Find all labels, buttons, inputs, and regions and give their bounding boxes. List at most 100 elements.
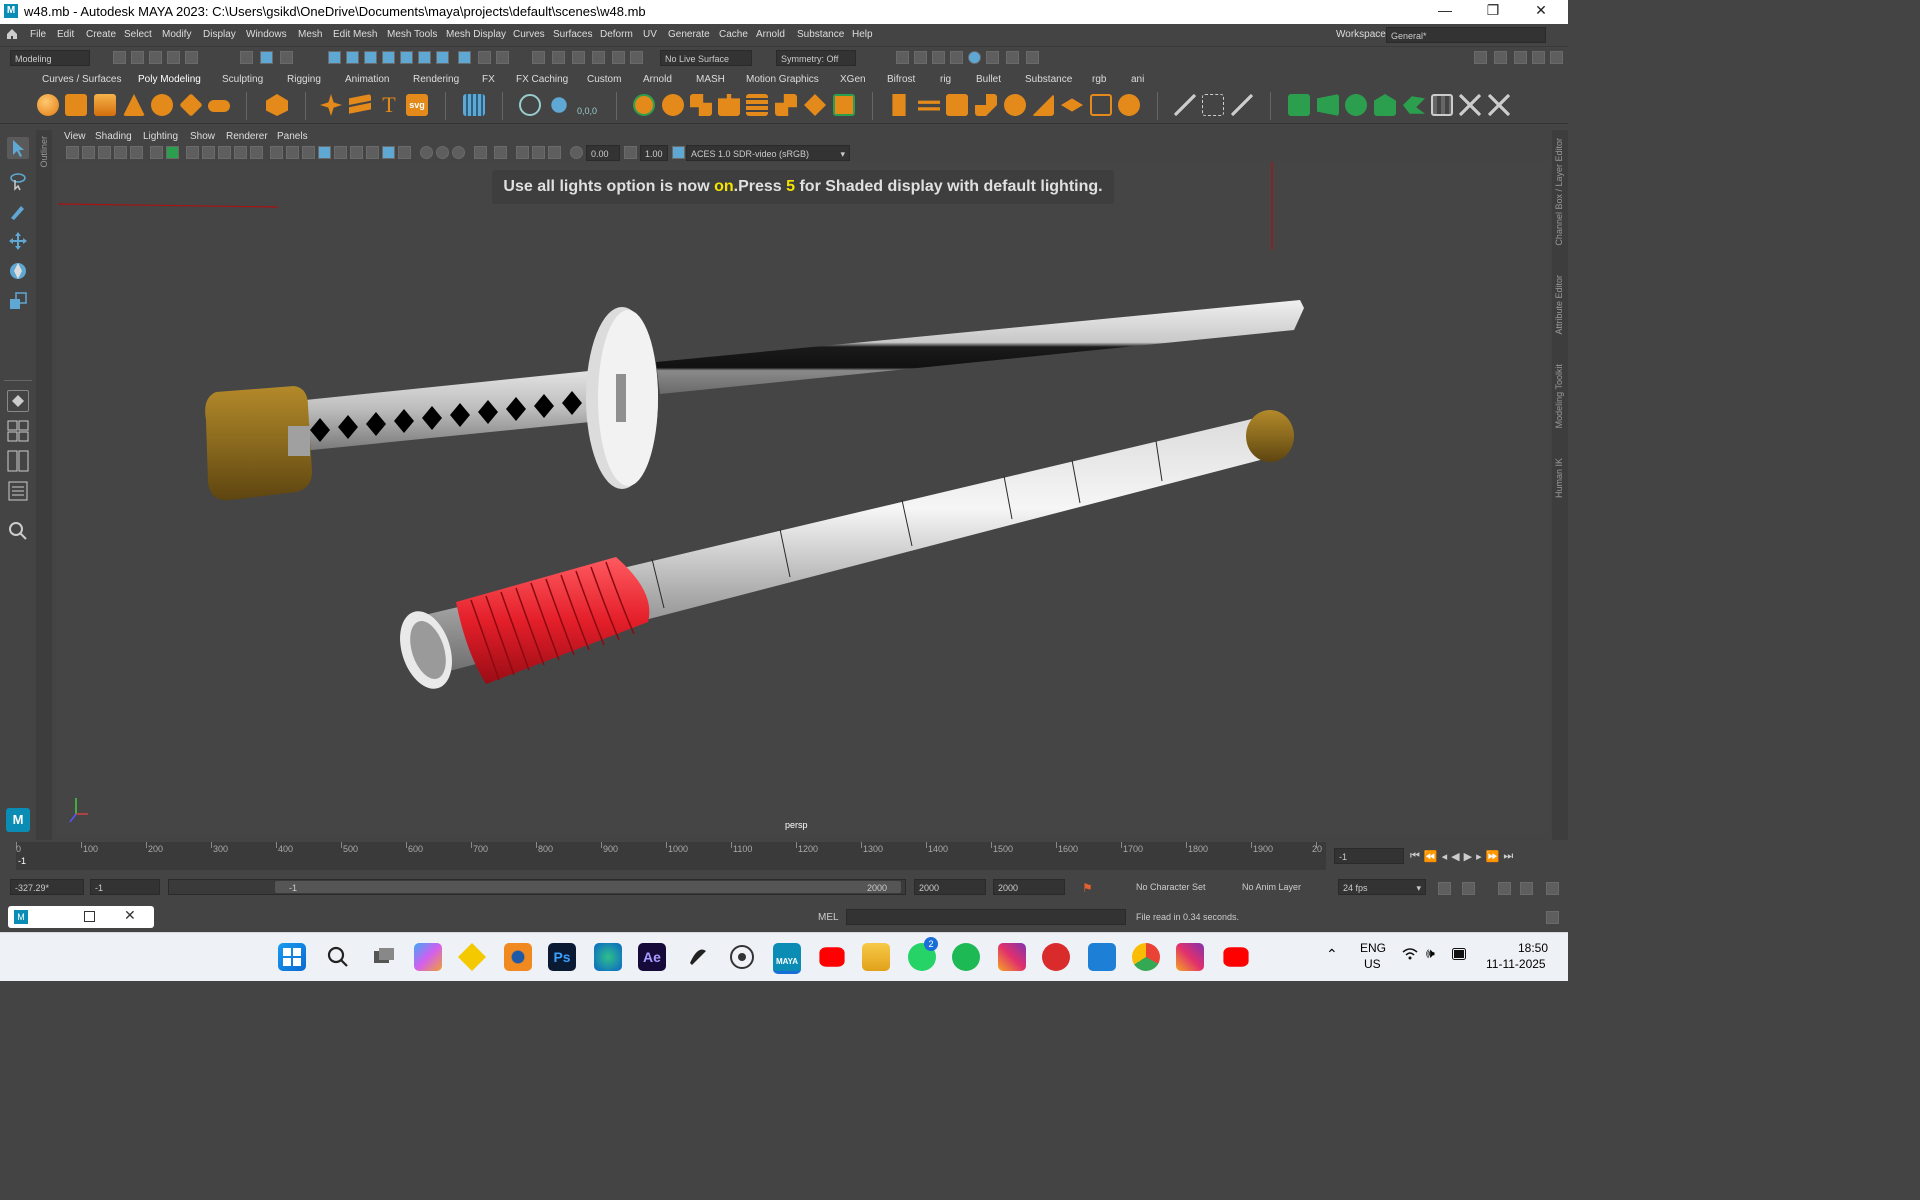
gamma-icon[interactable] [624, 146, 637, 159]
shelf-tab-custom[interactable]: Custom [587, 74, 621, 85]
edge-icon[interactable] [594, 943, 622, 971]
outliner-layout-icon[interactable] [7, 480, 29, 502]
inkscape-icon[interactable] [684, 943, 712, 971]
camera-attr-icon[interactable] [66, 146, 79, 159]
minimize-button[interactable]: — [1430, 2, 1460, 22]
script-editor-icon[interactable] [1546, 911, 1559, 924]
chevron-up-icon[interactable]: ⌃ [1326, 946, 1338, 963]
command-input[interactable] [846, 909, 1126, 925]
obs-icon[interactable] [728, 943, 756, 971]
poly-cylinder-icon[interactable] [94, 94, 116, 116]
bridge-icon[interactable] [804, 94, 826, 116]
workspace-dropdown[interactable]: General* [1386, 27, 1546, 43]
snap-curve-icon[interactable] [346, 51, 359, 64]
viewport-menu-view[interactable]: View [64, 131, 86, 142]
poly-torus-icon[interactable] [151, 94, 173, 116]
new-scene-icon[interactable] [113, 51, 126, 64]
viewport-menu-shading[interactable]: Shading [95, 131, 132, 142]
battery-icon[interactable] [1452, 948, 1468, 963]
menu-display[interactable]: Display [203, 29, 236, 40]
grid-toggle-icon[interactable] [150, 146, 163, 159]
xray-active-icon[interactable] [532, 146, 545, 159]
play-forwards-icon[interactable]: ▶ [1464, 850, 1472, 863]
uv-cut-icon[interactable] [1459, 94, 1481, 116]
xray-joints-icon[interactable] [516, 146, 529, 159]
mirror-icon[interactable] [833, 94, 855, 116]
menu-edit-mesh[interactable]: Edit Mesh [333, 29, 377, 40]
uv-unfold-icon[interactable] [1403, 96, 1425, 114]
hypershade-icon[interactable] [612, 51, 625, 64]
menu-substance[interactable]: Substance [797, 29, 844, 40]
menu-uv[interactable]: UV [643, 29, 657, 40]
paint-select-icon[interactable] [7, 200, 29, 222]
viewport-menu-panels[interactable]: Panels [277, 131, 308, 142]
menu-arnold[interactable]: Arnold [756, 29, 785, 40]
maya-home-logo-icon[interactable]: M [6, 808, 30, 832]
language-top[interactable]: ENG [1360, 941, 1386, 955]
current-frame-field[interactable]: -1 [1334, 848, 1404, 864]
point-light-icon[interactable] [551, 97, 567, 113]
whatsapp-icon[interactable]: 2 [908, 937, 938, 971]
menu-mesh[interactable]: Mesh [298, 29, 322, 40]
language-bottom[interactable]: US [1364, 957, 1381, 971]
character-controls-icon[interactable] [1494, 51, 1507, 64]
shelf-tab-substance[interactable]: Substance [1025, 74, 1072, 85]
playback-start-field[interactable]: -1 [90, 879, 160, 895]
menu-create[interactable]: Create [86, 29, 116, 40]
shelf-tab-mash[interactable]: MASH [696, 74, 725, 85]
search-icon[interactable] [7, 520, 29, 542]
modeling-toolkit-tab[interactable]: Modeling Toolkit [1554, 364, 1564, 428]
close-button[interactable]: ✕ [1526, 2, 1556, 22]
photoshop-icon[interactable]: Ps [548, 943, 576, 971]
poly-helix-icon[interactable] [349, 94, 371, 114]
uv-auto-icon[interactable] [1374, 94, 1396, 116]
collapse-icon[interactable] [1090, 94, 1112, 116]
poly-plane-icon[interactable] [179, 93, 203, 117]
poly-cube-icon[interactable] [65, 94, 87, 116]
close-icon[interactable]: ✕ [124, 907, 136, 924]
history-icon[interactable] [458, 51, 471, 64]
shelf-tab-motion-graphics[interactable]: Motion Graphics [746, 74, 819, 85]
poly-super-shape-icon[interactable] [320, 94, 342, 116]
anim-layer-dropdown[interactable]: No Anim Layer [1238, 879, 1328, 895]
minimized-window[interactable]: M ✕ [8, 906, 154, 928]
shelf-tab-sculpting[interactable]: Sculpting [222, 74, 263, 85]
scale-tool-icon[interactable] [7, 290, 29, 312]
exposure-field[interactable]: 0.00 [586, 145, 620, 161]
instagram-2-icon[interactable] [1176, 943, 1204, 971]
2d-pan-icon[interactable] [114, 146, 127, 159]
channel-box-icon[interactable] [1550, 51, 1563, 64]
auto-key-icon[interactable]: ⚑ [1082, 881, 1096, 895]
grease-pencil-icon[interactable] [130, 146, 143, 159]
viewport-menu-show[interactable]: Show [190, 131, 215, 142]
poly-cone-icon[interactable] [123, 94, 145, 116]
menu-windows[interactable]: Windows [246, 29, 287, 40]
target-weld-icon[interactable] [1118, 94, 1140, 116]
merge-icon[interactable] [1061, 98, 1083, 112]
snap-grid-icon[interactable] [328, 51, 341, 64]
step-forward-frame-icon[interactable]: ▸ [1476, 850, 1482, 863]
go-to-end-icon[interactable]: ⏭ [1503, 850, 1513, 863]
after-effects-icon[interactable]: Ae [638, 943, 666, 971]
volume-icon[interactable]: 🕪 [1426, 945, 1435, 962]
channel-box-tab[interactable]: Channel Box / Layer Editor [1554, 138, 1564, 246]
menu-surfaces[interactable]: Surfaces [553, 29, 592, 40]
viewport-menu-lighting[interactable]: Lighting [143, 131, 178, 142]
gamma-field[interactable]: 1.00 [640, 145, 668, 161]
scene-start-field[interactable]: -327.29* [10, 879, 84, 895]
undo-icon[interactable] [167, 51, 180, 64]
character-set-dropdown[interactable]: No Character Set [1132, 879, 1226, 895]
svg-tool-icon[interactable]: svg [406, 94, 428, 116]
shelf-tab-xgen[interactable]: XGen [840, 74, 866, 85]
poly-disc-icon[interactable] [208, 100, 230, 112]
restore-button[interactable]: ❐ [1478, 2, 1508, 22]
arnold-render-icon[interactable] [968, 51, 981, 64]
modeling-toolkit-icon[interactable] [1474, 51, 1487, 64]
uv-cylindrical-icon[interactable] [1317, 94, 1339, 116]
input-output-icon[interactable] [532, 51, 545, 64]
snap-point-icon[interactable] [364, 51, 377, 64]
snap-view-icon[interactable] [382, 51, 395, 64]
combine-icon[interactable] [633, 94, 655, 116]
go-to-start-icon[interactable]: ⏮ [1410, 850, 1420, 863]
uv-layout-icon[interactable] [1431, 94, 1453, 116]
